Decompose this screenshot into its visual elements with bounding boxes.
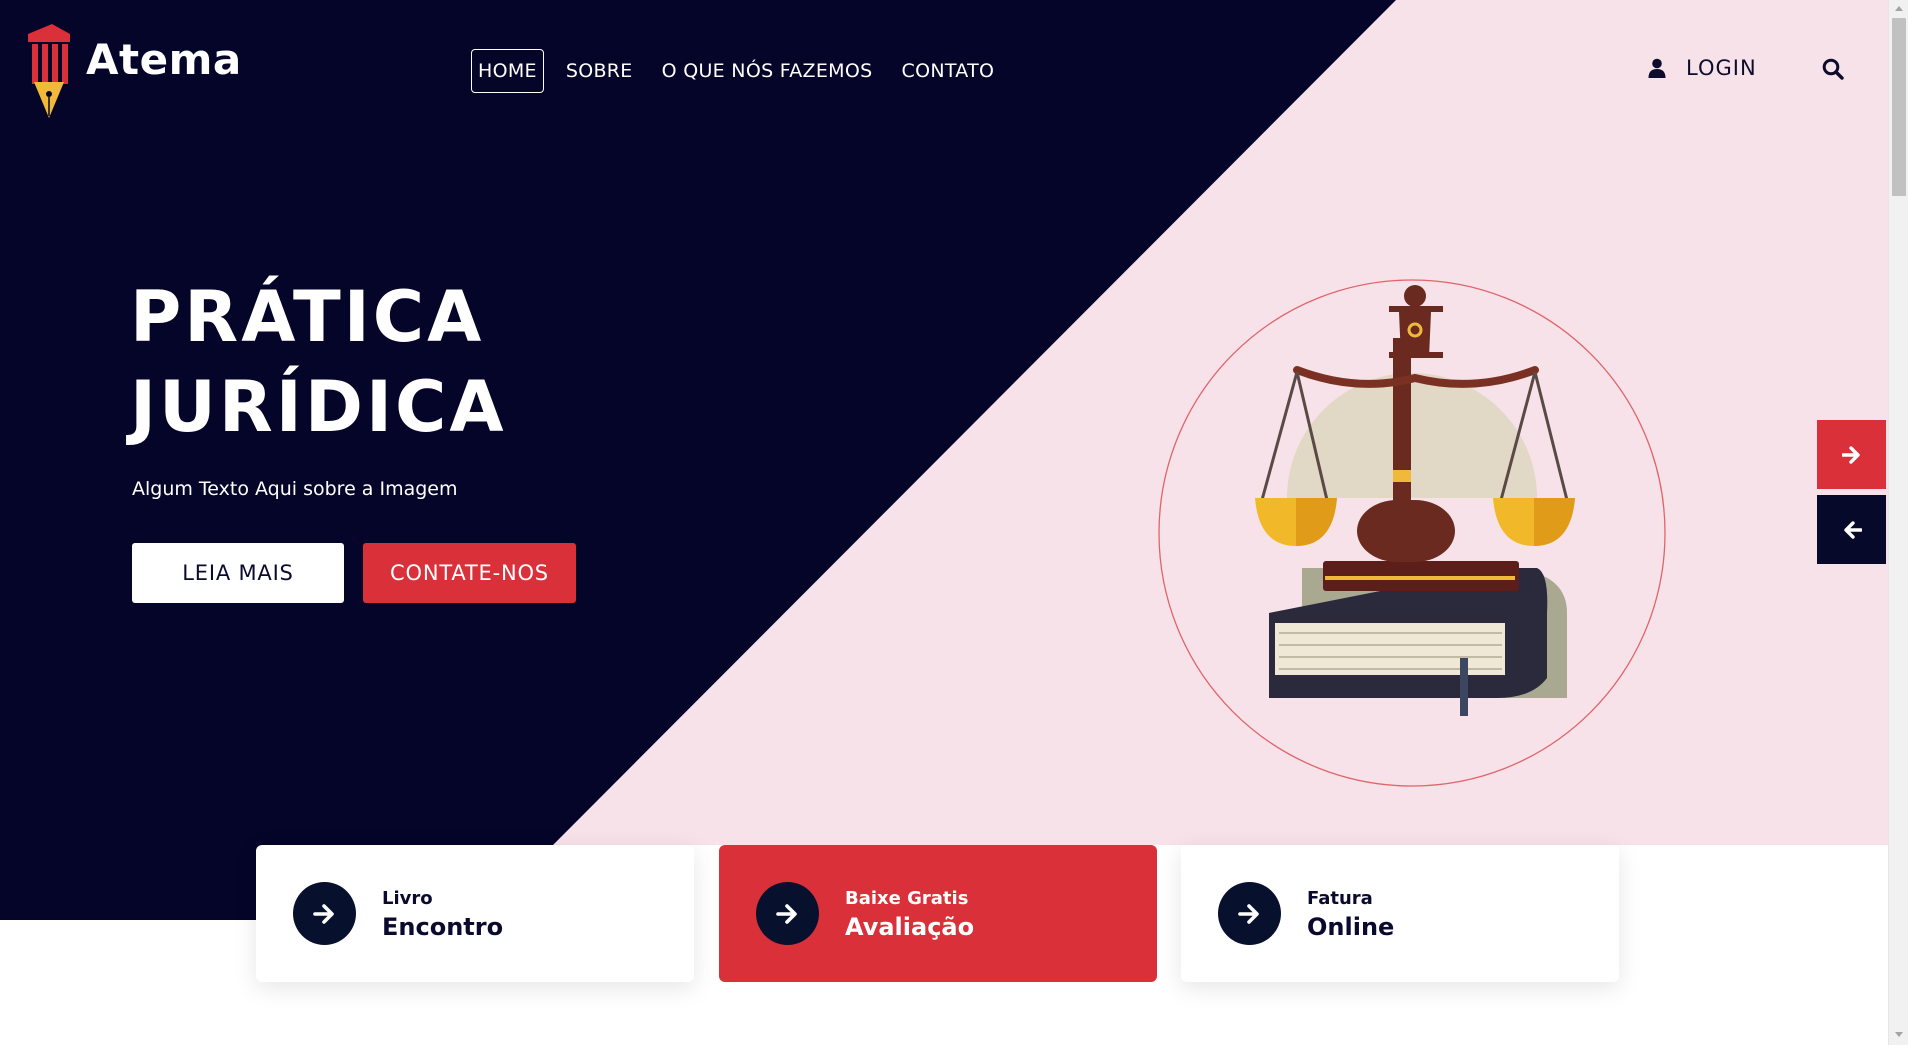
scrollbar-thumb[interactable] <box>1892 18 1906 196</box>
hero-title: PRÁTICA JURÍDICA <box>130 272 507 452</box>
nav-item-home[interactable]: HOME <box>471 49 544 93</box>
slider-prev-button[interactable] <box>1817 495 1886 564</box>
arrow-right-icon <box>1841 445 1860 464</box>
card-big-label: Encontro <box>382 913 504 941</box>
brand-logo[interactable]: Atema <box>24 22 242 122</box>
search-icon <box>1822 58 1844 80</box>
card-arrow-button[interactable] <box>1218 882 1281 945</box>
card-arrow-button[interactable] <box>293 882 356 945</box>
card-big-label: Online <box>1307 913 1395 941</box>
hero-title-line2: JURÍDICA <box>130 366 507 448</box>
arrow-left-icon <box>1843 520 1862 539</box>
hero-subtitle: Algum Texto Aqui sobre a Imagem <box>132 478 458 500</box>
scroll-down-arrow-icon[interactable] <box>1895 1032 1903 1037</box>
contact-button[interactable]: CONTATE-NOS <box>363 543 576 603</box>
card-fatura-online[interactable]: Fatura Online <box>1181 845 1619 982</box>
slider-next-button[interactable] <box>1817 420 1886 489</box>
scroll-up-arrow-icon[interactable] <box>1895 6 1903 11</box>
arrow-right-icon <box>1237 903 1259 924</box>
page-scrollbar[interactable] <box>1888 0 1908 1045</box>
arrow-right-icon <box>775 903 797 924</box>
arrow-right-icon <box>312 903 334 924</box>
atema-logo-icon <box>28 24 70 118</box>
card-text: Livro Encontro <box>382 888 503 941</box>
brand-name: Atema <box>86 34 242 84</box>
nav-item-o-que-nos-fazemos[interactable]: O QUE NÓS FAZEMOS <box>655 50 880 92</box>
search-button[interactable] <box>1822 58 1844 84</box>
card-livro-encontro[interactable]: Livro Encontro <box>256 845 694 982</box>
hero-title-line1: PRÁTICA <box>130 276 485 358</box>
card-text: Fatura Online <box>1307 888 1394 941</box>
nav-item-contato[interactable]: CONTATO <box>895 50 1002 92</box>
card-small-label: Livro <box>382 888 433 909</box>
card-small-label: Fatura <box>1307 888 1373 909</box>
card-small-label: Baixe Gratis <box>845 888 969 909</box>
main-nav: HOME SOBRE O QUE NÓS FAZEMOS CONTATO <box>471 49 1016 93</box>
read-more-button[interactable]: LEIA MAIS <box>132 543 344 603</box>
login-link[interactable]: LOGIN <box>1648 56 1757 80</box>
user-icon <box>1648 58 1666 78</box>
scales-of-justice-illustration <box>1157 278 1667 788</box>
card-big-label: Avaliação <box>845 913 975 941</box>
nav-item-sobre[interactable]: SOBRE <box>559 50 640 92</box>
login-label: LOGIN <box>1686 56 1757 80</box>
card-text: Baixe Gratis Avaliação <box>845 888 974 941</box>
card-arrow-button[interactable] <box>756 882 819 945</box>
card-baixe-gratis-avaliacao[interactable]: Baixe Gratis Avaliação <box>719 845 1157 982</box>
